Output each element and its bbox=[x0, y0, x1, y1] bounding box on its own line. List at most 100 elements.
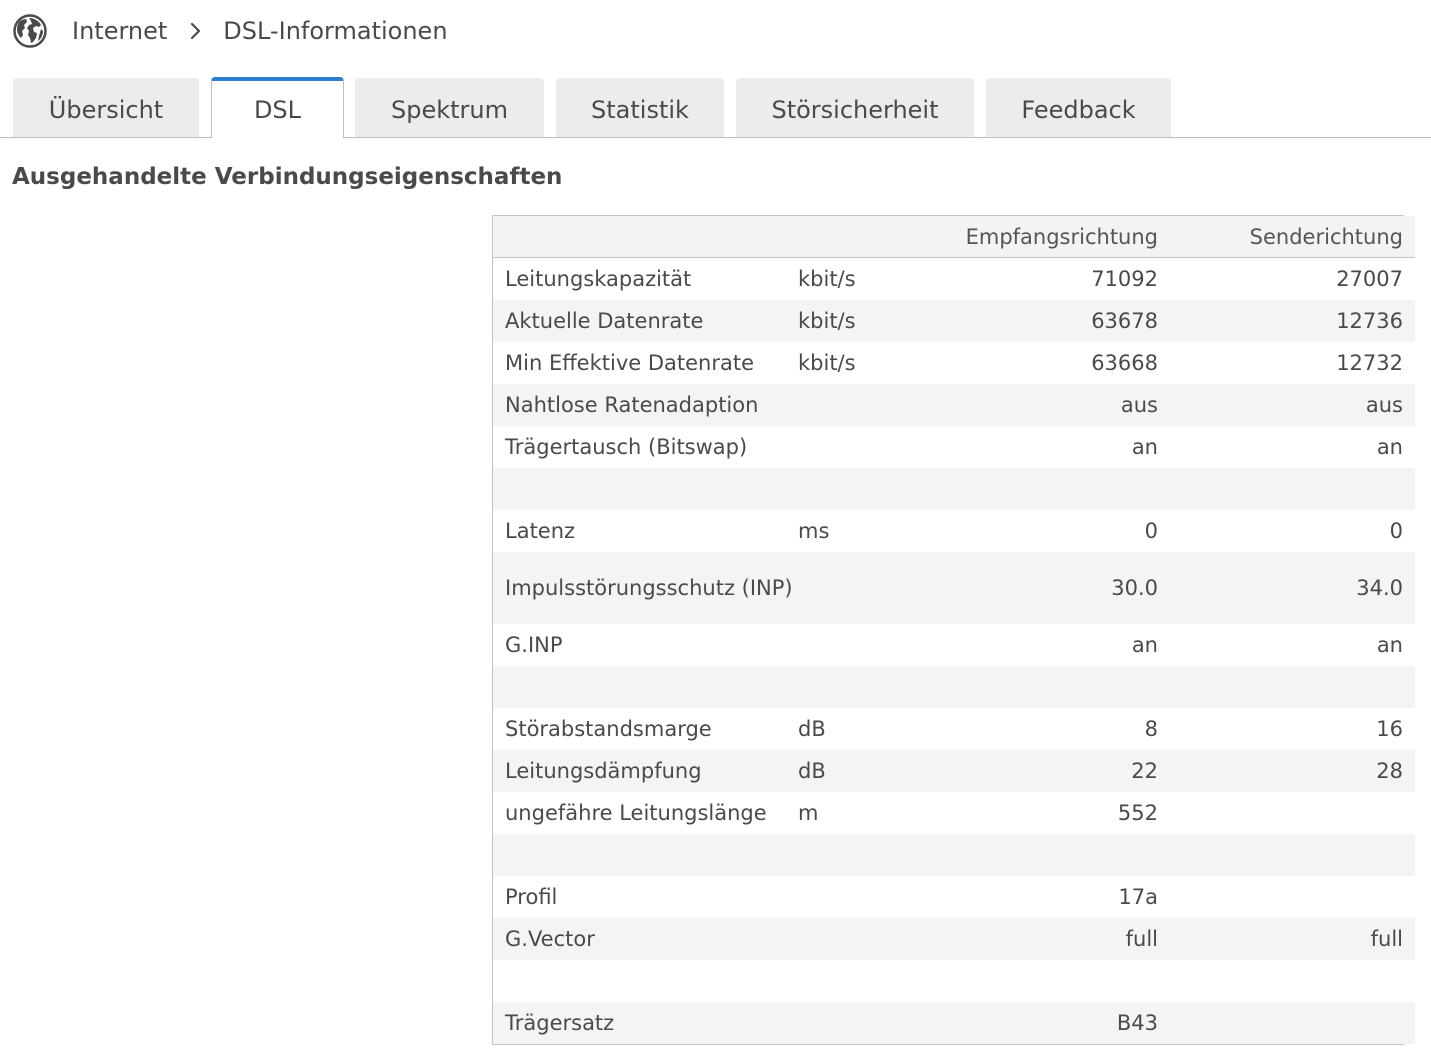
row-value-empfang: 17a bbox=[958, 876, 1158, 918]
row-label: Leitungskapazität bbox=[493, 257, 798, 300]
row-value-empfang: aus bbox=[958, 384, 1158, 426]
row-label: ungefähre Leitungslänge bbox=[493, 792, 798, 834]
row-unit bbox=[798, 876, 958, 918]
row-value-empfang: B43 bbox=[958, 1002, 1158, 1044]
row-unit: dB bbox=[798, 750, 958, 792]
row-label: Nahtlose Ratenadaption bbox=[493, 384, 798, 426]
connection-properties-table: Empfangsrichtung Senderichtung Leitungsk… bbox=[492, 215, 1415, 1045]
row-value-empfang bbox=[958, 960, 1158, 1002]
table-row: Leitungsdämpfung dB 22 28 bbox=[493, 750, 1415, 792]
row-unit bbox=[798, 624, 958, 666]
row-value-empfang bbox=[958, 834, 1158, 876]
row-unit: kbit/s bbox=[798, 342, 958, 384]
row-value-empfang: 0 bbox=[958, 510, 1158, 552]
row-value-sende: 12736 bbox=[1158, 300, 1415, 342]
row-label: Störabstandsmarge bbox=[493, 708, 798, 750]
tab-feedback[interactable]: Feedback bbox=[986, 78, 1171, 137]
table-row: Trägersatz B43 bbox=[493, 1002, 1415, 1044]
globe-icon bbox=[13, 14, 47, 48]
table-spacer-row bbox=[493, 960, 1415, 1002]
row-unit: m bbox=[798, 792, 958, 834]
breadcrumb-item-internet[interactable]: Internet bbox=[72, 17, 167, 45]
row-label: G.Vector bbox=[493, 918, 798, 960]
row-value-empfang: an bbox=[958, 624, 1158, 666]
chevron-right-icon bbox=[191, 22, 201, 40]
row-value-sende: an bbox=[1158, 426, 1415, 468]
table-row: Impulsstörungsschutz (INP) 30.0 34.0 bbox=[493, 552, 1415, 624]
header-empfangsrichtung: Empfangsrichtung bbox=[958, 216, 1158, 258]
row-value-empfang: 30.0 bbox=[958, 552, 1158, 624]
row-unit: ms bbox=[798, 510, 958, 552]
row-value-sende bbox=[1158, 1002, 1415, 1044]
tab-bar: Übersicht DSL Spektrum Statistik Störsic… bbox=[0, 77, 1431, 138]
row-unit: kbit/s bbox=[798, 257, 958, 300]
table-row: Nahtlose Ratenadaption aus aus bbox=[493, 384, 1415, 426]
row-value-sende: 28 bbox=[1158, 750, 1415, 792]
row-unit bbox=[798, 666, 958, 708]
row-value-sende: aus bbox=[1158, 384, 1415, 426]
table-row: G.INP an an bbox=[493, 624, 1415, 666]
row-label: Trägertausch (Bitswap) bbox=[493, 426, 798, 468]
row-unit bbox=[798, 552, 958, 624]
row-value-sende: 16 bbox=[1158, 708, 1415, 750]
header-senderichtung: Senderichtung bbox=[1158, 216, 1415, 258]
table-row: Aktuelle Datenrate kbit/s 63678 12736 bbox=[493, 300, 1415, 342]
table-row: Min Effektive Datenrate kbit/s 63668 12732 bbox=[493, 342, 1415, 384]
row-value-empfang: 63668 bbox=[958, 342, 1158, 384]
table-row: Störabstandsmarge dB 8 16 bbox=[493, 708, 1415, 750]
table-row: Profil 17a bbox=[493, 876, 1415, 918]
row-value-sende bbox=[1158, 960, 1415, 1002]
row-unit bbox=[798, 1002, 958, 1044]
row-unit: dB bbox=[798, 708, 958, 750]
row-label bbox=[493, 666, 798, 708]
tab-dsl[interactable]: DSL bbox=[211, 77, 344, 138]
table-row: Latenz ms 0 0 bbox=[493, 510, 1415, 552]
row-label: Trägersatz bbox=[493, 1002, 798, 1044]
row-value-sende: 0 bbox=[1158, 510, 1415, 552]
table-row: Trägertausch (Bitswap) an an bbox=[493, 426, 1415, 468]
table-row: G.Vector full full bbox=[493, 918, 1415, 960]
row-label: Profil bbox=[493, 876, 798, 918]
row-value-empfang: full bbox=[958, 918, 1158, 960]
row-label bbox=[493, 960, 798, 1002]
section-title: Ausgehandelte Verbindungseigenschaften bbox=[12, 164, 563, 190]
row-value-empfang: 552 bbox=[958, 792, 1158, 834]
row-label: Impulsstörungsschutz (INP) bbox=[493, 552, 798, 624]
table-spacer-row bbox=[493, 834, 1415, 876]
row-label: Leitungsdämpfung bbox=[493, 750, 798, 792]
row-value-sende: 27007 bbox=[1158, 257, 1415, 300]
row-unit bbox=[798, 468, 958, 510]
tab-statistik[interactable]: Statistik bbox=[556, 78, 724, 137]
row-value-empfang: 63678 bbox=[958, 300, 1158, 342]
row-unit: kbit/s bbox=[798, 300, 958, 342]
row-unit bbox=[798, 384, 958, 426]
row-label: Latenz bbox=[493, 510, 798, 552]
row-label bbox=[493, 834, 798, 876]
breadcrumb-item-dsl-informationen: DSL-Informationen bbox=[223, 17, 448, 45]
row-label bbox=[493, 468, 798, 510]
row-unit bbox=[798, 426, 958, 468]
header-label bbox=[493, 216, 798, 258]
row-value-sende bbox=[1158, 468, 1415, 510]
row-value-sende bbox=[1158, 876, 1415, 918]
row-value-sende: an bbox=[1158, 624, 1415, 666]
table-row: ungefähre Leitungslänge m 552 bbox=[493, 792, 1415, 834]
tab-spektrum[interactable]: Spektrum bbox=[355, 78, 544, 137]
row-value-empfang: 71092 bbox=[958, 257, 1158, 300]
table-spacer-row bbox=[493, 666, 1415, 708]
tab-uebersicht[interactable]: Übersicht bbox=[13, 78, 199, 137]
row-value-empfang: an bbox=[958, 426, 1158, 468]
breadcrumb: Internet DSL-Informationen bbox=[12, 12, 448, 50]
row-value-sende bbox=[1158, 792, 1415, 834]
row-value-empfang: 22 bbox=[958, 750, 1158, 792]
row-value-empfang: 8 bbox=[958, 708, 1158, 750]
row-value-sende bbox=[1158, 666, 1415, 708]
row-label: Aktuelle Datenrate bbox=[493, 300, 798, 342]
table-row: Leitungskapazität kbit/s 71092 27007 bbox=[493, 257, 1415, 300]
row-unit bbox=[798, 834, 958, 876]
table-header-row: Empfangsrichtung Senderichtung bbox=[493, 216, 1415, 258]
row-label: G.INP bbox=[493, 624, 798, 666]
row-value-empfang bbox=[958, 666, 1158, 708]
row-value-sende: full bbox=[1158, 918, 1415, 960]
tab-stoersicherheit[interactable]: Störsicherheit bbox=[736, 78, 974, 137]
